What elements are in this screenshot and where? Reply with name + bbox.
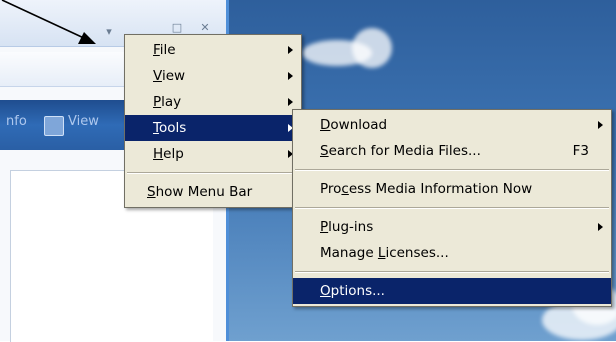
menu-dropdown-button[interactable]: ▾ [102,26,116,38]
shortcut-f3: F3 [572,143,589,159]
toolbar-view-text[interactable]: View [68,114,99,129]
menu-item-search-media[interactable]: Search for Media Files... F3 [293,138,611,164]
close-button[interactable]: ✕ [198,22,212,34]
menu-item-process-media[interactable]: Process Media Information Now [293,176,611,202]
tools-submenu: Download Search for Media Files... F3 Pr… [292,109,612,307]
player-context-menu: File View Play Tools Help Show Menu Bar [124,34,302,208]
menu-item-file[interactable]: File [125,37,301,63]
submenu-arrow-icon [288,98,293,106]
menu-item-tools[interactable]: Tools [125,115,301,141]
submenu-arrow-icon [598,121,603,129]
view-icon[interactable] [44,116,64,136]
cloud [352,28,392,68]
menu-separator [295,271,609,273]
menu-item-manage-licenses[interactable]: Manage Licenses... [293,240,611,266]
menu-item-show-menu-bar[interactable]: Show Menu Bar [125,179,301,205]
menu-item-download[interactable]: Download [293,112,611,138]
menu-item-plugins[interactable]: Plug-ins [293,214,611,240]
menu-item-view[interactable]: View [125,63,301,89]
restore-button[interactable]: □ [170,22,184,34]
menu-separator [295,207,609,209]
menu-item-play[interactable]: Play [125,89,301,115]
menu-item-help[interactable]: Help [125,141,301,167]
submenu-arrow-icon [288,72,293,80]
menu-separator [127,172,299,174]
menu-item-options[interactable]: Options... [293,278,611,304]
toolbar-info-text[interactable]: nfo [6,114,27,129]
submenu-arrow-icon [598,223,603,231]
menu-separator [295,169,609,171]
submenu-arrow-icon [288,46,293,54]
